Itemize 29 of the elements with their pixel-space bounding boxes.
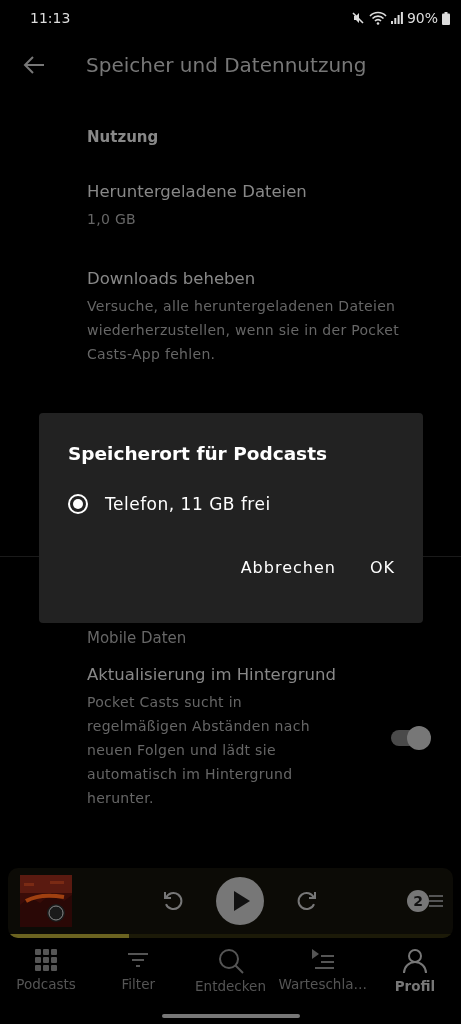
queue-count: 2 bbox=[407, 890, 429, 912]
setting-title[interactable]: Downloads beheben bbox=[87, 269, 429, 288]
list-icon[interactable] bbox=[429, 894, 443, 908]
person-icon bbox=[401, 948, 428, 974]
grid-icon bbox=[34, 948, 59, 972]
setting-title[interactable]: Heruntergeladene Dateien bbox=[87, 182, 429, 201]
setting-description: Pocket Casts sucht in regelmäßigen Abständen nach neuen Folgen und lädt sie automatisch im Hintergrund herunter. bbox=[87, 693, 311, 808]
status-time: 11:13 bbox=[30, 10, 71, 26]
signal-icon bbox=[390, 12, 403, 24]
section-heading: Nutzung bbox=[87, 128, 160, 146]
page-title: Speicher und Datennutzung bbox=[86, 53, 367, 77]
battery-percent: 90% bbox=[406, 10, 438, 26]
back-arrow-icon[interactable] bbox=[23, 56, 45, 74]
search-icon bbox=[217, 948, 244, 974]
radio-button[interactable] bbox=[68, 494, 88, 514]
queue-icon bbox=[310, 948, 335, 972]
setting-description: Versuche, alle heruntergeladenen Dateien wiederherzustellen, wenn sie in der Pocket Casts-App fehlen. bbox=[87, 297, 400, 364]
mute-icon bbox=[350, 11, 365, 25]
wifi-icon bbox=[368, 11, 387, 25]
nav-tab[interactable]: Profil bbox=[368, 948, 461, 1014]
battery-icon bbox=[442, 11, 450, 25]
dialog-button[interactable]: OK bbox=[357, 552, 407, 583]
play-button[interactable] bbox=[215, 877, 264, 925]
radio-option[interactable]: Telefon, 11 GB frei bbox=[68, 494, 423, 514]
dialog-button[interactable]: Abbrechen bbox=[228, 552, 348, 583]
setting-title[interactable]: Aktualisierung im Hintergrund bbox=[87, 665, 379, 684]
dialog-title: Speicherort für Podcasts bbox=[68, 443, 328, 464]
section-heading: Mobile Daten bbox=[87, 629, 188, 647]
setting-description: 1,0 GB bbox=[87, 210, 137, 229]
